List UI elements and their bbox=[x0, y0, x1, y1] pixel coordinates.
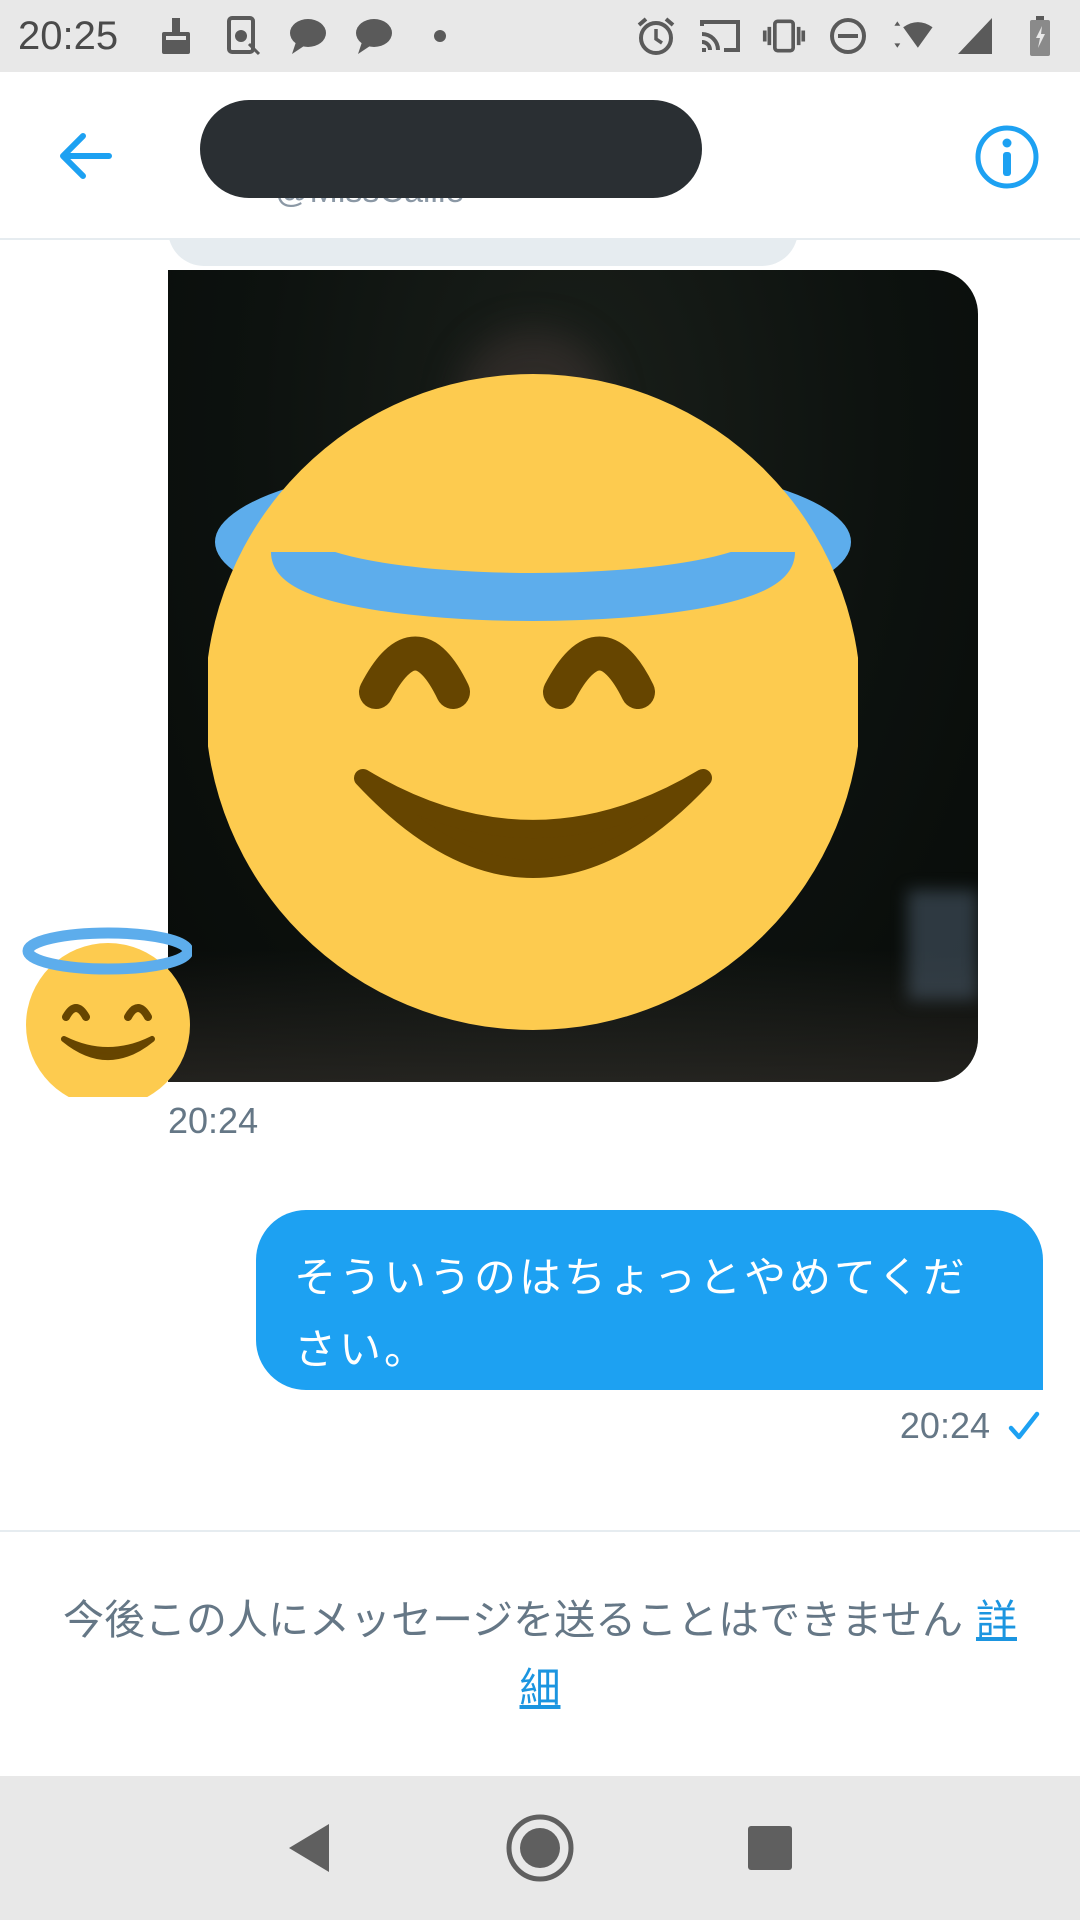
dm-conversation-screen: 20:25 20:24 そういうのはちょっとやめてくだ さい。 20:24 今後… bbox=[0, 0, 1080, 1920]
photo-background bbox=[908, 890, 978, 1000]
nav-back-button[interactable] bbox=[270, 1808, 350, 1888]
sent-message-meta: 20:24 bbox=[900, 1405, 1040, 1447]
back-button[interactable] bbox=[50, 128, 120, 184]
sent-timestamp: 20:24 bbox=[899, 1405, 990, 1446]
do-not-disturb-icon bbox=[826, 14, 870, 58]
info-icon bbox=[975, 125, 1039, 189]
vibrate-icon bbox=[762, 14, 806, 58]
back-icon bbox=[289, 1824, 329, 1872]
sent-message-line: そういうのはちょっとやめてくだ bbox=[294, 1253, 968, 1302]
dot-icon bbox=[418, 14, 462, 58]
screenshot-blocked-icon bbox=[220, 14, 264, 58]
system-icons bbox=[634, 14, 1062, 58]
nav-home-button[interactable] bbox=[500, 1808, 580, 1888]
blocked-messaging-notice: 今後この人にメッセージを送ることはできません 詳細 bbox=[0, 1530, 1080, 1776]
redacted-user-name bbox=[200, 100, 702, 198]
received-timestamp: 20:24 bbox=[168, 1100, 259, 1141]
angel-emoji-sticker bbox=[208, 374, 858, 1030]
checkmark-icon bbox=[1008, 1411, 1040, 1440]
battery-icon bbox=[1018, 14, 1062, 58]
received-media-message[interactable] bbox=[168, 270, 978, 1082]
back-arrow-icon bbox=[60, 133, 112, 179]
sender-avatar[interactable] bbox=[20, 925, 192, 1097]
cast-icon bbox=[698, 14, 742, 58]
status-time: 20:25 bbox=[18, 13, 119, 58]
signal-icon bbox=[954, 14, 998, 58]
home-icon bbox=[506, 1814, 574, 1882]
alarm-icon bbox=[634, 14, 678, 58]
conversation-header: @MissCallie bbox=[0, 72, 1080, 240]
chat-bubble-icon bbox=[286, 14, 330, 58]
status-bar: 20:25 bbox=[0, 0, 1080, 72]
info-button[interactable] bbox=[972, 122, 1042, 192]
chat-bubble-icon bbox=[352, 14, 396, 58]
system-navigation-bar bbox=[0, 1776, 1080, 1920]
nav-recents-button[interactable] bbox=[730, 1808, 810, 1888]
wifi-icon bbox=[890, 14, 934, 58]
cleaner-icon bbox=[154, 14, 198, 58]
sent-message-bubble[interactable]: そういうのはちょっとやめてくだ さい。 bbox=[256, 1210, 1043, 1390]
recents-icon bbox=[748, 1826, 792, 1870]
notification-icons bbox=[154, 14, 462, 58]
notice-text: 今後この人にメッセージを送ることはできません bbox=[63, 1596, 976, 1644]
sent-message-line: さい。 bbox=[294, 1325, 430, 1374]
